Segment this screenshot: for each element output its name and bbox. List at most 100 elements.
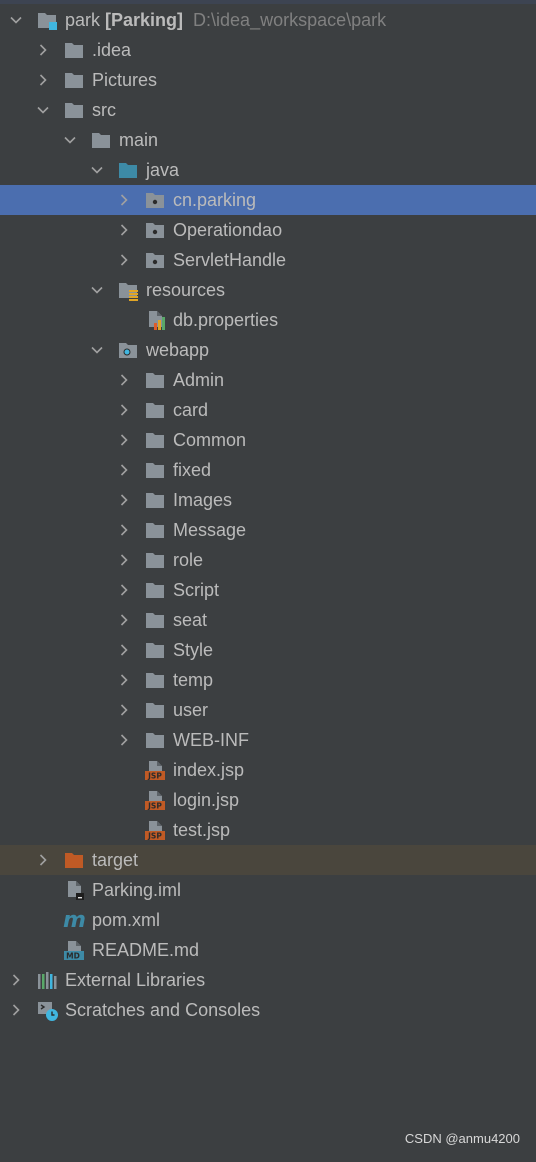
tree-item-label: db.properties: [173, 310, 279, 330]
chevron-right-icon[interactable]: [9, 1003, 23, 1017]
tree-item-user[interactable]: user: [0, 695, 536, 725]
tree-item-parking-iml[interactable]: Parking.iml: [0, 875, 536, 905]
package-icon: [144, 219, 166, 241]
tree-item-label: login.jsp: [173, 790, 240, 810]
tree-item-card[interactable]: card: [0, 395, 536, 425]
tree-item-operationdao[interactable]: Operationdao: [0, 215, 536, 245]
chevron-right-icon[interactable]: [36, 73, 50, 87]
tree-item-park[interactable]: park [Parking] D:\idea_workspace\park: [0, 5, 536, 35]
chevron-right-icon[interactable]: [117, 433, 131, 447]
tree-item-message[interactable]: Message: [0, 515, 536, 545]
tree-item-label: Parking.iml: [92, 880, 182, 900]
chevron-down-icon[interactable]: [90, 283, 104, 297]
chevron-right-icon[interactable]: [117, 553, 131, 567]
tree-item-java[interactable]: java: [0, 155, 536, 185]
tree-item-label: test.jsp: [173, 820, 231, 840]
folder-icon: [144, 399, 166, 421]
module-name: [Parking]: [100, 10, 184, 30]
tree-item-src[interactable]: src: [0, 95, 536, 125]
tree-item-style[interactable]: Style: [0, 635, 536, 665]
tree-item-label: index.jsp: [173, 760, 245, 780]
tree-item-index-jsp[interactable]: JSP index.jsp: [0, 755, 536, 785]
tree-item-fixed[interactable]: fixed: [0, 455, 536, 485]
tree-item-idea[interactable]: .idea: [0, 35, 536, 65]
folder-icon: [144, 579, 166, 601]
tree-item-admin[interactable]: Admin: [0, 365, 536, 395]
folder-icon: [144, 519, 166, 541]
chevron-right-icon[interactable]: [117, 373, 131, 387]
tree-item-label: resources: [146, 280, 226, 300]
tree-item-cn-parking[interactable]: cn.parking: [0, 185, 536, 215]
jsp-file-icon: JSP: [144, 759, 166, 781]
tree-item-label: Script: [173, 580, 220, 600]
chevron-right-icon[interactable]: [117, 253, 131, 267]
tree-item-web-inf[interactable]: WEB-INF: [0, 725, 536, 755]
tree-item-pictures[interactable]: Pictures: [0, 65, 536, 95]
chevron-right-icon[interactable]: [117, 733, 131, 747]
chevron-down-icon[interactable]: [90, 163, 104, 177]
folder-icon: [144, 609, 166, 631]
tree-item-main[interactable]: main: [0, 125, 536, 155]
tree-item-webapp[interactable]: webapp: [0, 335, 536, 365]
tree-item-script[interactable]: Script: [0, 575, 536, 605]
chevron-right-icon[interactable]: [117, 643, 131, 657]
tree-item-label: role: [173, 550, 204, 570]
tree-item-label: pom.xml: [92, 910, 161, 930]
chevron-right-icon[interactable]: [117, 523, 131, 537]
chevron-right-icon[interactable]: [117, 193, 131, 207]
tree-item-target[interactable]: target: [0, 845, 536, 875]
tree-item-label: README.md: [92, 940, 200, 960]
svg-text:JSP: JSP: [147, 832, 162, 841]
tree-item-label: main: [119, 130, 159, 150]
chevron-right-icon[interactable]: [36, 853, 50, 867]
package-icon: [144, 189, 166, 211]
chevron-right-icon[interactable]: [9, 973, 23, 987]
tree-item-common[interactable]: Common: [0, 425, 536, 455]
folder-icon: [144, 729, 166, 751]
tree-item-label: External Libraries: [65, 970, 206, 990]
chevron-down-icon[interactable]: [9, 13, 23, 27]
tree-item-label: webapp: [146, 340, 210, 360]
tree-item-label: .idea: [92, 40, 132, 60]
project-name: park: [65, 10, 101, 30]
tree-item-label: fixed: [173, 460, 212, 480]
tree-item-resources[interactable]: resources: [0, 275, 536, 305]
tree-item-db-properties[interactable]: db.properties: [0, 305, 536, 335]
tree-item-temp[interactable]: temp: [0, 665, 536, 695]
tree-item-test-jsp[interactable]: JSP test.jsp: [0, 815, 536, 845]
chevron-right-icon[interactable]: [117, 613, 131, 627]
chevron-right-icon[interactable]: [117, 583, 131, 597]
svg-text:JSP: JSP: [147, 802, 162, 811]
excluded-folder-icon: [63, 849, 85, 871]
web-folder-icon: [117, 339, 139, 361]
svg-text:JSP: JSP: [147, 772, 162, 781]
project-tree[interactable]: park [Parking] D:\idea_workspace\park .ide…: [0, 5, 536, 1025]
chevron-right-icon[interactable]: [117, 403, 131, 417]
tree-item-images[interactable]: Images: [0, 485, 536, 515]
chevron-down-icon[interactable]: [90, 343, 104, 357]
tree-item-pom-xml[interactable]: m pom.xml: [0, 905, 536, 935]
chevron-right-icon[interactable]: [117, 703, 131, 717]
jsp-file-icon: JSP: [144, 819, 166, 841]
tree-item-servlethandle[interactable]: ServletHandle: [0, 245, 536, 275]
chevron-right-icon[interactable]: [117, 673, 131, 687]
chevron-right-icon[interactable]: [117, 463, 131, 477]
tree-item-scratches-and-consoles[interactable]: Scratches and Consoles: [0, 995, 536, 1025]
folder-icon: [144, 429, 166, 451]
tree-item-label: Message: [173, 520, 247, 540]
tree-item-role[interactable]: role: [0, 545, 536, 575]
tree-item-label: Pictures: [92, 70, 158, 90]
chevron-right-icon[interactable]: [117, 223, 131, 237]
tree-item-label: user: [173, 700, 209, 720]
chevron-down-icon[interactable]: [63, 133, 77, 147]
tree-item-readme-md[interactable]: MD README.md: [0, 935, 536, 965]
tree-item-label: seat: [173, 610, 208, 630]
chevron-right-icon[interactable]: [117, 493, 131, 507]
tree-item-seat[interactable]: seat: [0, 605, 536, 635]
tree-item-login-jsp[interactable]: JSP login.jsp: [0, 785, 536, 815]
tree-item-label: src: [92, 100, 116, 120]
chevron-right-icon[interactable]: [36, 43, 50, 57]
chevron-down-icon[interactable]: [36, 103, 50, 117]
tree-item-external-libraries[interactable]: External Libraries: [0, 965, 536, 995]
resources-folder-icon: [117, 279, 139, 301]
